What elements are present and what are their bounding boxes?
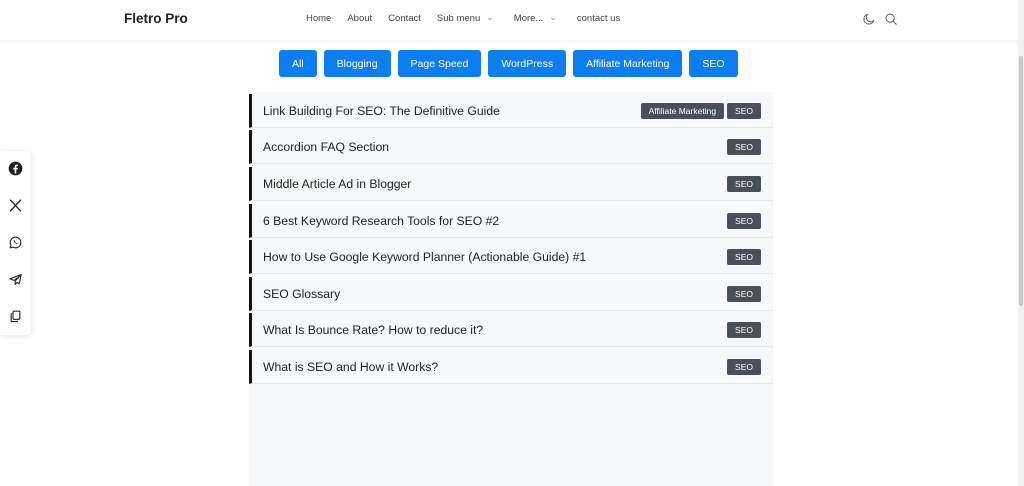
post-row[interactable]: Link Building For SEO: The Definitive Gu… xyxy=(249,94,773,128)
post-tag[interactable]: SEO xyxy=(727,322,761,338)
post-row[interactable]: SEO Glossary SEO xyxy=(249,277,773,311)
posts-panel: Link Building For SEO: The Definitive Gu… xyxy=(249,92,773,486)
main-nav: Home About Contact Sub menu ⌄ More... ⌄ … xyxy=(306,12,620,24)
post-title[interactable]: What Is Bounce Rate? How to reduce it? xyxy=(263,323,483,337)
facebook-icon[interactable] xyxy=(8,161,23,176)
x-twitter-icon[interactable] xyxy=(8,198,23,213)
post-title[interactable]: What is SEO and How it Works? xyxy=(263,360,438,374)
filter-seo-button[interactable]: SEO xyxy=(689,50,738,77)
page-scrollbar[interactable] xyxy=(1018,0,1024,486)
whatsapp-icon[interactable] xyxy=(8,235,23,250)
post-tags: SEO xyxy=(727,286,761,302)
filter-page-speed-button[interactable]: Page Speed xyxy=(397,50,482,77)
post-tag[interactable]: SEO xyxy=(727,176,761,192)
post-row[interactable]: What is SEO and How it Works? SEO xyxy=(249,350,773,384)
post-tags: Affiliate Marketing SEO xyxy=(640,103,761,119)
post-tags: SEO xyxy=(727,176,761,192)
search-icon[interactable] xyxy=(884,12,898,26)
post-row[interactable]: How to Use Google Keyword Planner (Actio… xyxy=(249,240,773,274)
post-title[interactable]: Accordion FAQ Section xyxy=(263,140,389,154)
filter-blogging-button[interactable]: Blogging xyxy=(323,50,391,77)
nav-contact-us[interactable]: contact us xyxy=(577,13,620,24)
telegram-icon[interactable] xyxy=(8,272,23,287)
post-tags: SEO xyxy=(727,249,761,265)
post-title[interactable]: Middle Article Ad in Blogger xyxy=(263,177,411,191)
post-tags: SEO xyxy=(727,359,761,375)
nav-contact-us-label: contact us xyxy=(576,13,621,24)
nav-home[interactable]: Home xyxy=(306,13,331,24)
post-tag[interactable]: SEO xyxy=(727,139,761,155)
post-title[interactable]: SEO Glossary xyxy=(263,287,340,301)
nav-contact[interactable]: Contact xyxy=(388,13,421,24)
post-row[interactable]: 6 Best Keyword Research Tools for SEO #2… xyxy=(249,204,773,238)
post-tag[interactable]: SEO xyxy=(727,213,761,229)
post-tag[interactable]: SEO xyxy=(727,286,761,302)
dark-mode-moon-icon[interactable] xyxy=(862,12,876,26)
nav-home-label: Home xyxy=(306,13,332,24)
filter-all-button[interactable]: All xyxy=(279,50,317,77)
post-row[interactable]: What Is Bounce Rate? How to reduce it? S… xyxy=(249,313,773,347)
post-tags: SEO xyxy=(727,139,761,155)
nav-about[interactable]: About xyxy=(347,13,372,24)
category-filters: All Blogging Page Speed WordPress Affili… xyxy=(279,50,738,77)
site-header: Fletro Pro Home About Contact Sub menu ⌄… xyxy=(0,0,1024,40)
post-title[interactable]: How to Use Google Keyword Planner (Actio… xyxy=(263,250,586,264)
site-brand[interactable]: Fletro Pro xyxy=(124,11,188,26)
post-row[interactable]: Accordion FAQ Section SEO xyxy=(249,130,773,164)
copy-link-icon[interactable] xyxy=(8,309,23,324)
post-tag[interactable]: SEO xyxy=(727,359,761,375)
post-title[interactable]: 6 Best Keyword Research Tools for SEO #2 xyxy=(263,214,499,228)
post-title[interactable]: Link Building For SEO: The Definitive Gu… xyxy=(263,104,500,118)
share-sidebar xyxy=(0,151,31,335)
nav-contact-label: Contact xyxy=(388,13,421,24)
post-tag[interactable]: SEO xyxy=(727,103,761,119)
post-tags: SEO xyxy=(727,213,761,229)
chevron-down-icon: ⌄ xyxy=(549,12,557,22)
nav-more[interactable]: More... ⌄ xyxy=(513,12,557,24)
scrollbar-thumb[interactable] xyxy=(1019,56,1023,306)
chevron-down-icon: ⌄ xyxy=(486,12,494,22)
post-tags: SEO xyxy=(727,322,761,338)
nav-more-label: More... xyxy=(513,13,544,24)
nav-sub-menu-label: Sub menu xyxy=(436,13,481,24)
nav-sub-menu[interactable]: Sub menu ⌄ xyxy=(436,12,494,24)
post-row[interactable]: Middle Article Ad in Blogger SEO xyxy=(249,167,773,201)
filter-wordpress-button[interactable]: WordPress xyxy=(488,50,567,77)
post-tag[interactable]: SEO xyxy=(727,249,761,265)
filter-affiliate-marketing-button[interactable]: Affiliate Marketing xyxy=(573,50,683,77)
post-tag[interactable]: Affiliate Marketing xyxy=(640,103,725,119)
nav-about-label: About xyxy=(347,13,373,24)
